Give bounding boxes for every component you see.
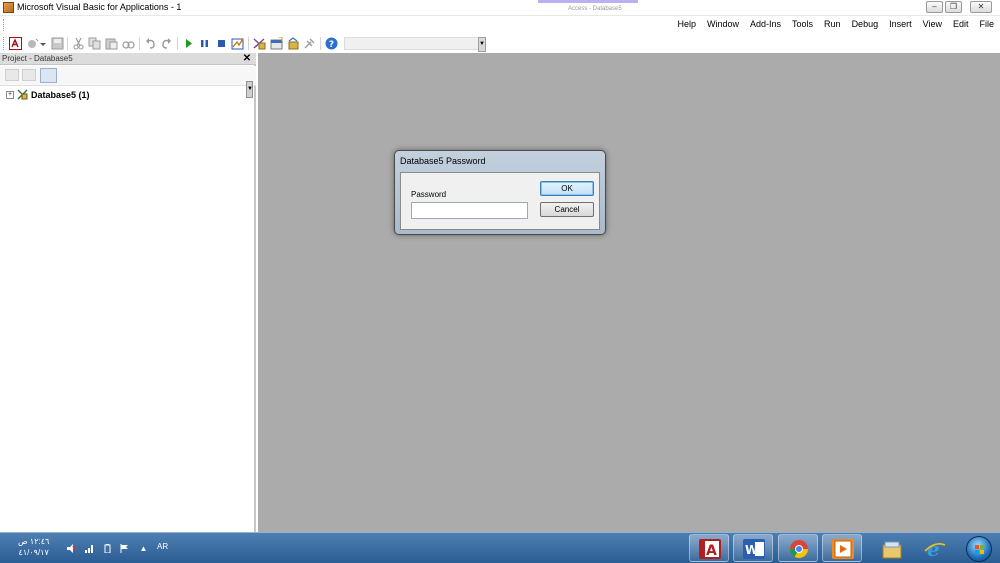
- taskbar-file-explorer-button[interactable]: [871, 534, 911, 562]
- show-hidden-icons-icon[interactable]: ▲: [139, 544, 148, 553]
- background-window-tab: [538, 0, 638, 3]
- taskbar: ١٢:٤٦ ص ٤١/٠٩/١٧ ▲ AR A W e: [0, 532, 1000, 563]
- file-explorer-icon: [881, 539, 903, 559]
- mdi-workspace: [258, 53, 1000, 532]
- toolbar-separator: [177, 37, 178, 50]
- password-input[interactable]: [411, 202, 528, 219]
- action-center-flag-icon[interactable]: [120, 544, 129, 553]
- line-column-indicator: [344, 37, 480, 50]
- taskbar-word-button[interactable]: W: [733, 534, 773, 562]
- toolbar-separator: [320, 37, 321, 50]
- taskbar-chrome-button[interactable]: [778, 534, 818, 562]
- dialog-body: Password OK Cancel: [400, 172, 600, 230]
- toggle-folders-button[interactable]: [40, 68, 57, 83]
- vba-app-icon: [3, 2, 14, 13]
- project-icon: [17, 89, 28, 100]
- language-indicator[interactable]: AR: [157, 542, 168, 551]
- insert-module-icon[interactable]: [26, 37, 39, 50]
- title-bar: Microsoft Visual Basic for Applications …: [0, 0, 1000, 16]
- menu-run[interactable]: Run: [824, 19, 841, 29]
- close-button[interactable]: ✕: [970, 1, 992, 13]
- paste-icon[interactable]: [105, 37, 118, 50]
- undo-icon[interactable]: [144, 37, 157, 50]
- insert-dropdown-icon[interactable]: [40, 37, 46, 50]
- toolbar-options-dropdown[interactable]: ▼: [478, 37, 486, 52]
- cut-icon[interactable]: [72, 37, 85, 50]
- project-explorer-panel: Project - Database5 ✕ ▼ + Database5 (1): [0, 53, 256, 532]
- start-button[interactable]: [962, 534, 996, 563]
- svg-text:W: W: [745, 543, 758, 557]
- clock-time: ١٢:٤٦ ص: [18, 537, 50, 546]
- toolbox-icon[interactable]: [303, 37, 316, 50]
- project-panel-title: Project - Database5: [2, 54, 73, 63]
- access-icon: A: [699, 539, 721, 559]
- toolbar-grip[interactable]: [3, 37, 5, 50]
- clock-date: ٤١/٠٩/١٧: [18, 548, 49, 557]
- menubar-grip[interactable]: [3, 19, 5, 31]
- chrome-icon: [788, 539, 810, 559]
- menu-debug[interactable]: Debug: [852, 19, 879, 29]
- project-panel-toolbar: ▼: [0, 66, 256, 98]
- view-access-icon[interactable]: [9, 37, 22, 50]
- dialog-title: Database5 Password: [400, 156, 486, 166]
- expand-icon[interactable]: +: [6, 90, 14, 99]
- save-icon[interactable]: [51, 37, 64, 50]
- password-label: Password: [411, 190, 447, 199]
- break-icon[interactable]: [198, 37, 211, 50]
- menu-file[interactable]: File: [979, 19, 994, 29]
- toolbar-separator: [248, 37, 249, 50]
- find-icon[interactable]: [122, 37, 135, 50]
- panel-close-icon[interactable]: ✕: [242, 53, 252, 64]
- standard-toolbar: ? ▼: [0, 35, 1000, 53]
- toolbar-separator: [67, 37, 68, 50]
- reset-icon[interactable]: [215, 37, 228, 50]
- restore-button[interactable]: ❐: [945, 1, 962, 13]
- windows-logo-icon: [966, 536, 992, 562]
- taskbar-access-button[interactable]: A: [689, 534, 729, 562]
- taskbar-media-player-button[interactable]: [822, 534, 862, 562]
- project-panel-header: Project - Database5 ✕: [0, 53, 256, 65]
- svg-text:A: A: [706, 543, 717, 559]
- run-icon[interactable]: [182, 37, 195, 50]
- svg-text:e: e: [927, 539, 940, 559]
- vba-editor-window: Microsoft Visual Basic for Applications …: [0, 0, 1000, 563]
- word-icon: W: [743, 539, 765, 559]
- redo-icon[interactable]: [160, 37, 173, 50]
- project-name: Database5 (1): [31, 89, 90, 100]
- menu-add-ins[interactable]: Add-Ins: [750, 19, 781, 29]
- network-icon[interactable]: [85, 544, 94, 553]
- password-dialog: Database5 Password Password OK Cancel: [394, 150, 606, 235]
- menu-edit[interactable]: Edit: [953, 19, 969, 29]
- menu-items: File Edit View Insert Debug Run Tools Ad…: [677, 19, 994, 29]
- clock[interactable]: ١٢:٤٦ ص ٤١/٠٩/١٧: [18, 536, 49, 558]
- ok-button[interactable]: OK: [540, 181, 594, 196]
- background-window-caption: Access - Database5: [568, 6, 622, 12]
- battery-icon[interactable]: [103, 544, 112, 554]
- cancel-button[interactable]: Cancel: [540, 202, 594, 217]
- menu-help[interactable]: Help: [677, 19, 696, 29]
- properties-icon[interactable]: [270, 36, 283, 50]
- menu-tools[interactable]: Tools: [792, 19, 813, 29]
- view-code-button[interactable]: [5, 69, 19, 81]
- internet-explorer-icon: e: [924, 537, 946, 561]
- taskbar-internet-explorer-button[interactable]: e: [914, 534, 954, 562]
- svg-text:?: ?: [329, 40, 334, 50]
- project-explorer-icon[interactable]: [253, 37, 266, 50]
- menu-bar: File Edit View Insert Debug Run Tools Ad…: [0, 16, 1000, 35]
- media-player-icon: [832, 539, 854, 559]
- object-browser-icon[interactable]: [287, 37, 300, 50]
- minimize-button[interactable]: –: [926, 1, 943, 13]
- copy-icon[interactable]: [88, 37, 101, 50]
- toolbar-separator: [139, 37, 140, 50]
- menu-view[interactable]: View: [923, 19, 942, 29]
- project-tree-item[interactable]: + Database5 (1): [6, 89, 90, 100]
- window-title: Microsoft Visual Basic for Applications …: [17, 2, 182, 12]
- help-icon[interactable]: ?: [325, 37, 338, 50]
- design-mode-icon[interactable]: [231, 37, 244, 50]
- panel-scroll-button[interactable]: ▼: [246, 81, 253, 98]
- menu-window[interactable]: Window: [707, 19, 739, 29]
- view-object-button[interactable]: [22, 69, 36, 81]
- volume-muted-icon[interactable]: [67, 544, 77, 553]
- menu-insert[interactable]: Insert: [889, 19, 912, 29]
